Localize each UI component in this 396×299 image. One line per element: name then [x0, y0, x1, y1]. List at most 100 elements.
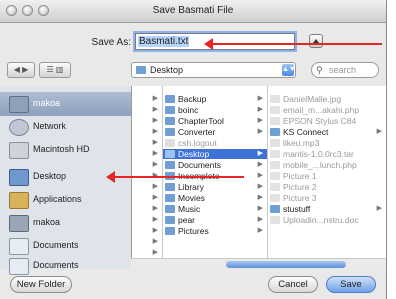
chevron-right-icon: ▶ [152, 117, 158, 124]
drive-icon [9, 96, 29, 113]
column-2: Backup ▶ boinc ▶ ChapterTool ▶ Converter ▶ c… [163, 86, 268, 258]
list-item[interactable]: Music ▶ [163, 204, 267, 214]
new-folder-button[interactable]: New Folder [10, 276, 72, 293]
chevron-right-icon: ▶ [376, 128, 382, 135]
list-item-label: Picture 1 [283, 171, 317, 181]
list-item-label: ChapterTool [178, 116, 224, 126]
list-item[interactable]: ▶ [132, 149, 162, 159]
list-item-label: Uploadin...nstru.doc [283, 215, 359, 225]
list-item[interactable]: ▶ [132, 193, 162, 203]
list-item-label: KS Connect [283, 127, 329, 137]
list-item[interactable]: boinc ▶ [163, 105, 267, 115]
home-icon [9, 215, 29, 232]
list-item[interactable]: Movies ▶ [163, 193, 267, 203]
location-popup[interactable]: Desktop ▲▼ [131, 62, 296, 78]
folder-icon [165, 227, 175, 235]
sidebar-item-home[interactable]: makoa [0, 211, 131, 235]
folder-icon [136, 66, 146, 74]
sidebar-item-label: makoa [33, 98, 61, 108]
list-item-label: Backup [178, 94, 207, 104]
view-toggle[interactable]: ☰ ▥ [39, 62, 71, 78]
arrow-head-icon [106, 171, 115, 183]
list-item-label: DanielMalle.jpg [283, 94, 342, 104]
save-as-input[interactable]: Basmati.txt [135, 33, 295, 50]
list-item[interactable]: ▶ [132, 127, 162, 137]
list-item: Picture 3 [268, 193, 386, 203]
file-icon [270, 161, 280, 169]
forward-icon[interactable]: ▶ [22, 65, 28, 74]
back-forward-control[interactable]: ◀ ▶ [7, 62, 35, 78]
list-item[interactable]: ▶ [132, 182, 162, 192]
list-item[interactable]: Library ▶ [163, 182, 267, 192]
search-field[interactable]: ⚲ search [311, 62, 379, 78]
list-item: DanielMalle.jpg [268, 94, 386, 104]
sidebar-item-applications[interactable]: Applications [0, 188, 131, 212]
list-item-selected[interactable]: Desktop ▶ [163, 149, 267, 159]
chevron-right-icon: ▶ [257, 194, 263, 201]
list-item-label: Library [178, 182, 204, 192]
folder-icon [270, 205, 280, 213]
list-item-label: Music [178, 204, 201, 214]
list-item[interactable]: stustuff ▶ [268, 204, 386, 214]
list-item[interactable]: ▶ [132, 237, 162, 247]
sidebar-item-macintosh-hd[interactable]: Macintosh HD [0, 138, 131, 162]
folder-icon [165, 117, 175, 125]
list-item[interactable]: ▶ [132, 248, 162, 258]
sidebar-item-label: Desktop [33, 171, 67, 181]
sidebar-item-makoa-drive[interactable]: makoa [0, 92, 131, 116]
list-item[interactable]: ▶ [132, 94, 162, 104]
list-item[interactable]: ▶ [132, 138, 162, 148]
folder-icon [165, 106, 175, 114]
horizontal-scrollbar[interactable] [131, 258, 386, 270]
expand-toggle-button[interactable] [309, 34, 323, 48]
chevron-right-icon: ▶ [257, 161, 263, 168]
list-item[interactable]: ▶ [132, 204, 162, 214]
list-item-label: mobile_...lunch.php [283, 160, 357, 170]
list-item[interactable]: pear ▶ [163, 215, 267, 225]
chevron-right-icon: ▶ [257, 172, 263, 179]
applications-icon [9, 192, 29, 209]
save-as-label: Save As: [91, 37, 131, 48]
sidebar-item-network[interactable]: Network [0, 115, 131, 139]
chevron-right-icon: ▶ [152, 194, 158, 201]
list-item[interactable]: ▶ [132, 215, 162, 225]
list-item-label: Converter [178, 127, 216, 137]
sidebar-item-label: Macintosh HD [33, 144, 90, 154]
view-mode-icon[interactable]: ☰ ▥ [47, 65, 64, 74]
sidebar-item-label: Network [33, 121, 67, 131]
save-button[interactable]: Save [326, 276, 376, 293]
list-item[interactable]: KS Connect ▶ [268, 127, 386, 137]
location-label: Desktop [150, 65, 184, 75]
chevron-right-icon: ▶ [257, 117, 263, 124]
list-item[interactable]: Pictures ▶ [163, 226, 267, 236]
chevron-right-icon: ▶ [376, 205, 382, 212]
list-item[interactable]: ▶ [132, 226, 162, 236]
file-icon [270, 139, 280, 147]
sidebar-item-label: Applications [33, 194, 82, 204]
list-item[interactable]: ▶ [132, 105, 162, 115]
chevron-right-icon: ▶ [152, 95, 158, 102]
chevron-right-icon: ▶ [257, 227, 263, 234]
title-bar: Save Basmati File [0, 0, 386, 23]
folder-icon [165, 161, 175, 169]
list-item[interactable]: Converter ▶ [163, 127, 267, 137]
list-item-label: Picture 3 [283, 193, 317, 203]
back-icon[interactable]: ◀ [14, 65, 20, 74]
cancel-button[interactable]: Cancel [268, 276, 318, 293]
list-item[interactable]: ▶ [132, 160, 162, 170]
chevron-right-icon: ▶ [152, 139, 158, 146]
file-icon [270, 95, 280, 103]
list-item-label: Desktop [178, 149, 210, 159]
chevron-right-icon: ▶ [257, 106, 263, 113]
chevron-right-icon: ▶ [257, 95, 263, 102]
file-icon [270, 150, 280, 158]
list-item[interactable]: Backup ▶ [163, 94, 267, 104]
list-item: mantis-1.0.0rc3.tar [268, 149, 386, 159]
search-icon: ⚲ [316, 65, 323, 75]
list-item[interactable]: ▶ [132, 116, 162, 126]
annotation-arrow-save-as [204, 38, 382, 50]
list-item[interactable]: ChapterTool ▶ [163, 116, 267, 126]
scrollbar-thumb[interactable] [226, 261, 346, 268]
list-item[interactable]: Documents ▶ [163, 160, 267, 170]
sidebar-item-label: Documents [33, 240, 79, 250]
